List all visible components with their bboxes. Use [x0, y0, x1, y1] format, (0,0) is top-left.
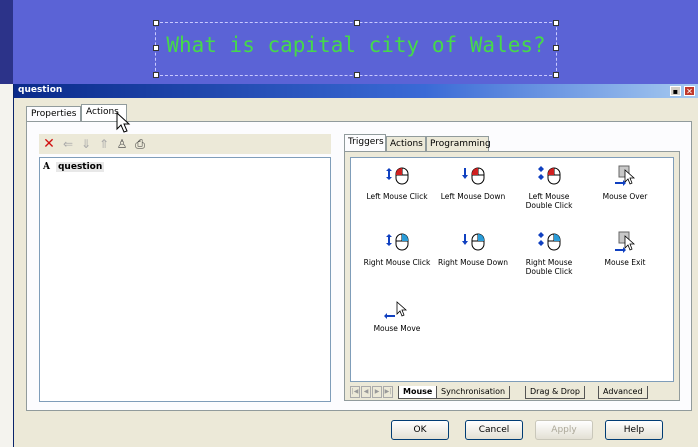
- trigger-label: Mouse Exit: [604, 258, 646, 267]
- print-icon[interactable]: ⎙: [133, 137, 147, 151]
- trigger-label-line2: Double Click: [525, 267, 573, 276]
- resize-handle[interactable]: [153, 45, 159, 51]
- prev-tab-icon[interactable]: ◀: [361, 386, 371, 398]
- trigger-label: Left Mouse: [528, 192, 570, 201]
- title-bar[interactable]: question ▪ ✕: [14, 84, 698, 98]
- tab-synchronisation[interactable]: Synchronisation: [436, 386, 511, 399]
- slide-title: What is capital city of Wales?: [166, 33, 546, 57]
- trigger-left-mouse-click[interactable]: Left Mouse Click: [359, 164, 435, 201]
- arrow-left-icon[interactable]: ⇐: [61, 137, 75, 151]
- left-mouse-double-click-icon: [538, 166, 561, 185]
- actions-panel: ✕ ⇐ ⇓ ⇑ ♙ ⎙ Aquestion Triggers Actions P…: [26, 121, 692, 411]
- tab-advanced[interactable]: Advanced: [598, 386, 648, 399]
- action-list[interactable]: Aquestion: [39, 157, 331, 402]
- mouse-move-icon: [384, 301, 408, 319]
- trigger-right-mouse-down[interactable]: Right Mouse Down: [435, 230, 511, 267]
- text-object-icon: A: [43, 162, 50, 172]
- person-icon[interactable]: ♙: [115, 137, 129, 151]
- trigger-grid: Left Mouse Click Left Mouse Down Left Mous…: [350, 157, 674, 382]
- tab-triggers[interactable]: Triggers: [344, 134, 386, 152]
- tab-properties[interactable]: Properties: [26, 106, 81, 122]
- mouse-over-icon: [615, 165, 636, 186]
- first-tab-icon[interactable]: |◀: [350, 386, 360, 398]
- trigger-right-mouse-click[interactable]: Right Mouse Click: [359, 230, 435, 267]
- minimize-icon[interactable]: ▪: [670, 86, 681, 96]
- list-item-label: question: [55, 162, 105, 172]
- trigger-right-mouse-double-click[interactable]: Right Mouse Double Click: [511, 230, 587, 276]
- action-toolbar: ✕ ⇐ ⇓ ⇑ ♙ ⎙: [39, 134, 331, 154]
- mouse-cursor-icon: [116, 112, 131, 133]
- tab-label: Advanced: [603, 387, 643, 396]
- trigger-label: Mouse Move: [373, 324, 421, 333]
- right-mouse-click-icon: [386, 233, 409, 251]
- left-mouse-click-icon: [386, 167, 409, 185]
- question-dialog: question ▪ ✕ Properties Actions ✕ ⇐ ⇓ ⇑ …: [13, 84, 698, 447]
- trigger-category-tabs: |◀ ◀ ▶ ▶| Mouse Synchronisation Drag & D…: [350, 386, 674, 399]
- slide-left-strip: [0, 0, 13, 84]
- trigger-mouse-move[interactable]: Mouse Move: [359, 296, 435, 333]
- resize-handle[interactable]: [153, 20, 159, 26]
- slide-title-box[interactable]: What is capital city of Wales?: [153, 20, 559, 78]
- resize-handle[interactable]: [354, 20, 360, 26]
- trigger-left-mouse-down[interactable]: Left Mouse Down: [435, 164, 511, 201]
- list-item[interactable]: Aquestion: [43, 162, 105, 172]
- trigger-label: Mouse Over: [602, 192, 648, 201]
- tab-label: Properties: [31, 109, 77, 119]
- tab-label: Programming: [430, 139, 491, 149]
- tab-label: Mouse: [403, 387, 433, 396]
- trigger-label: Left Mouse Down: [440, 192, 506, 201]
- resize-handle[interactable]: [553, 72, 559, 78]
- trigger-mouse-over[interactable]: Mouse Over: [587, 164, 663, 201]
- mouse-exit-icon: [615, 231, 636, 253]
- arrow-down-icon[interactable]: ⇓: [79, 137, 93, 151]
- arrow-up-icon[interactable]: ⇑: [97, 137, 111, 151]
- tab-label: Triggers: [348, 137, 384, 147]
- tab-label: Drag & Drop: [530, 387, 580, 396]
- trigger-label: Right Mouse: [525, 258, 573, 267]
- tab-programming[interactable]: Programming: [426, 136, 491, 151]
- resize-handle[interactable]: [553, 20, 559, 26]
- tab-label: Actions: [390, 139, 423, 149]
- apply-button[interactable]: Apply: [535, 420, 593, 440]
- triggers-panel: Left Mouse Click Left Mouse Down Left Mous…: [344, 151, 680, 401]
- help-button[interactable]: Help: [605, 420, 663, 440]
- trigger-mouse-exit[interactable]: Mouse Exit: [587, 230, 663, 267]
- resize-handle[interactable]: [553, 45, 559, 51]
- tab-mouse[interactable]: Mouse: [398, 386, 438, 399]
- right-mouse-double-click-icon: [538, 232, 561, 251]
- trigger-left-mouse-double-click[interactable]: Left Mouse Double Click: [511, 164, 587, 210]
- cancel-button[interactable]: Cancel: [465, 420, 523, 440]
- ok-button[interactable]: OK: [391, 420, 449, 440]
- tab-inner-actions[interactable]: Actions: [386, 136, 426, 151]
- trigger-label: Right Mouse Click: [363, 258, 431, 267]
- right-mouse-down-icon: [462, 233, 485, 251]
- next-tab-icon[interactable]: ▶: [372, 386, 382, 398]
- window-title: question: [18, 85, 63, 95]
- tab-label: Actions: [86, 107, 119, 117]
- tab-drag-drop[interactable]: Drag & Drop: [525, 386, 585, 399]
- trigger-label: Left Mouse Click: [366, 192, 428, 201]
- trigger-label-line2: Double Click: [525, 201, 573, 210]
- trigger-label: Right Mouse Down: [437, 258, 509, 267]
- close-icon[interactable]: ✕: [684, 86, 695, 96]
- tab-label: Synchronisation: [441, 387, 506, 396]
- slide-background: What is capital city of Wales?: [0, 0, 698, 84]
- left-mouse-down-icon: [462, 167, 485, 185]
- resize-handle[interactable]: [153, 72, 159, 78]
- delete-icon[interactable]: ✕: [42, 137, 56, 151]
- last-tab-icon[interactable]: ▶|: [383, 386, 393, 398]
- resize-handle[interactable]: [354, 72, 360, 78]
